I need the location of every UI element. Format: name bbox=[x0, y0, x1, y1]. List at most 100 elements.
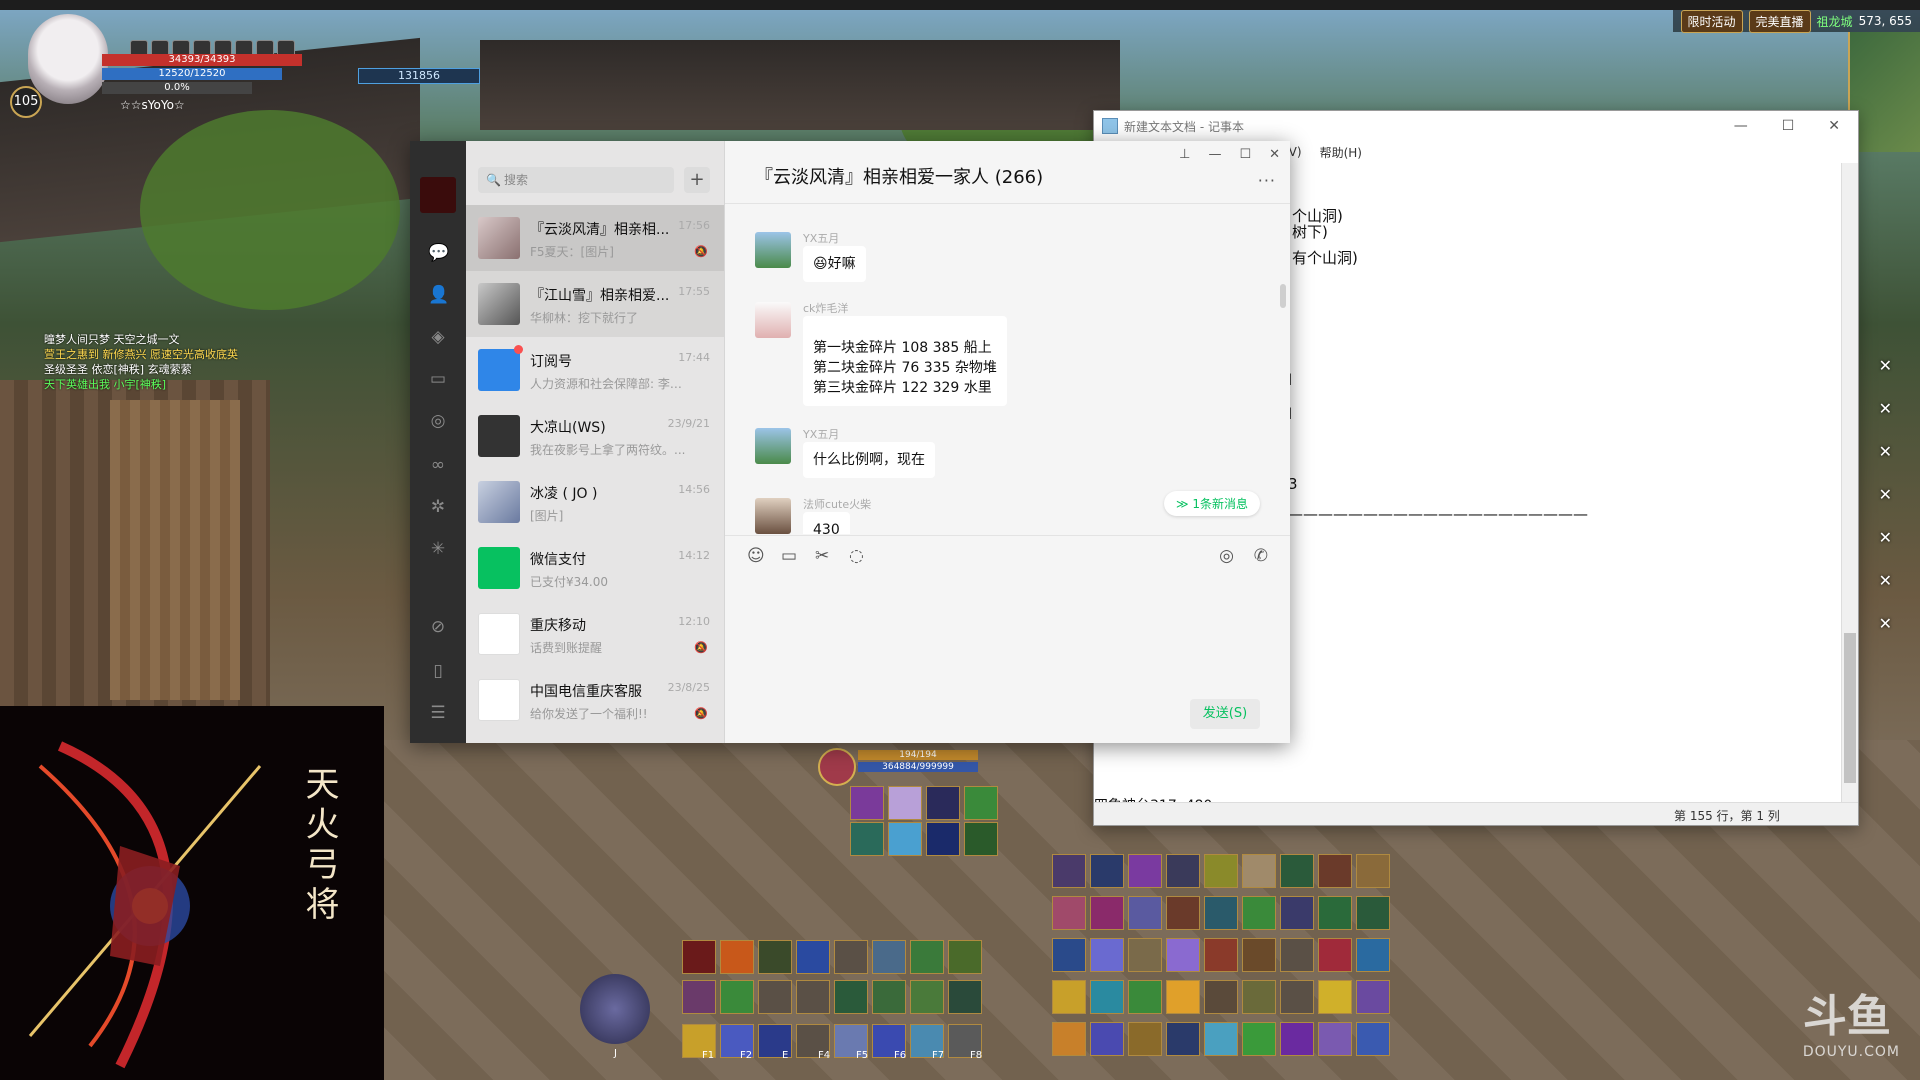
skill-icon[interactable] bbox=[1242, 896, 1276, 930]
phone-icon[interactable]: ▯ bbox=[428, 661, 448, 681]
close-icon[interactable]: ✕ bbox=[1879, 528, 1892, 547]
message-list[interactable]: YX五月 😆好嘛 ck炸毛洋 第一块金碎片 108 385 船上 第二块金碎片 … bbox=[725, 204, 1290, 534]
call-icon[interactable]: ✆ bbox=[1254, 546, 1268, 566]
skill-icon[interactable] bbox=[720, 940, 754, 974]
chat-list-item[interactable]: 大凉山(WS) 23/9/21 我在夜影号上拿了两符纹。... bbox=[466, 403, 724, 469]
close-icon[interactable]: ✕ bbox=[1879, 399, 1892, 418]
message-bubble[interactable]: 什么比例啊，现在 bbox=[803, 442, 935, 478]
emoji-icon[interactable]: ☺ bbox=[747, 546, 765, 566]
chat-list-item[interactable]: 微信支付 14:12 已支付¥34.00 bbox=[466, 535, 724, 601]
message-input[interactable]: 发送(S) bbox=[725, 575, 1290, 743]
skill-icon[interactable] bbox=[1052, 938, 1086, 972]
close-icon[interactable]: ✕ bbox=[1879, 356, 1892, 375]
skill-icon[interactable] bbox=[796, 940, 830, 974]
player-avatar[interactable] bbox=[28, 14, 108, 104]
chat-icon[interactable]: 💬 bbox=[428, 243, 449, 263]
skill-icon[interactable] bbox=[682, 980, 716, 1014]
folder-icon[interactable]: ▭ bbox=[428, 369, 448, 389]
mini-programs-icon[interactable]: ✳ bbox=[428, 539, 448, 559]
pet-skill-icon[interactable] bbox=[926, 786, 960, 820]
skill-icon[interactable] bbox=[948, 940, 982, 974]
sender-avatar[interactable] bbox=[755, 498, 791, 534]
favorites-icon[interactable]: ◈ bbox=[428, 327, 448, 347]
skill-icon[interactable] bbox=[1204, 1022, 1238, 1056]
message-scrollbar[interactable] bbox=[1280, 284, 1286, 308]
skill-icon[interactable] bbox=[1166, 1022, 1200, 1056]
skill-icon[interactable] bbox=[1166, 938, 1200, 972]
message-bubble[interactable]: 第一块金碎片 108 385 船上 第二块金碎片 76 335 杂物堆 第三块金… bbox=[803, 316, 1007, 406]
chat-list-item[interactable]: 订阅号 17:44 人力资源和社会保障部: 李克... bbox=[466, 337, 724, 403]
skill-icon[interactable] bbox=[1242, 1022, 1276, 1056]
minimize-icon[interactable]: — bbox=[1734, 118, 1748, 134]
skill-icon[interactable] bbox=[1166, 854, 1200, 888]
skill-icon[interactable] bbox=[758, 940, 792, 974]
close-icon[interactable]: ✕ bbox=[1879, 614, 1892, 633]
close-icon[interactable]: ✕ bbox=[1879, 442, 1892, 461]
skill-icon[interactable] bbox=[1318, 980, 1352, 1014]
wechat-window[interactable]: 💬 👤 ◈ ▭ ◎ ∞ ✲ ✳ ⊘ ▯ ☰ 🔍 搜索 + 『云淡风清』相亲相..… bbox=[410, 141, 1290, 743]
search-input[interactable]: 🔍 搜索 bbox=[478, 167, 674, 193]
skill-icon[interactable] bbox=[872, 940, 906, 974]
menu-icon[interactable]: ☰ bbox=[428, 703, 448, 723]
skill-icon[interactable] bbox=[682, 940, 716, 974]
chat-list-item[interactable]: 中国电信重庆客服 23/8/25 给你发送了一个福利!! 🔕 bbox=[466, 667, 724, 733]
skill-icon[interactable] bbox=[1090, 1022, 1124, 1056]
message-bubble[interactable]: 😆好嘛 bbox=[803, 246, 866, 282]
menu-help[interactable]: 帮助(H) bbox=[1320, 144, 1362, 161]
close-icon[interactable]: ✕ bbox=[1828, 118, 1840, 134]
new-message-tip[interactable]: ≫ 1条新消息 bbox=[1163, 491, 1260, 516]
scrollbar-thumb[interactable] bbox=[1844, 633, 1856, 783]
skill-icon[interactable] bbox=[1204, 896, 1238, 930]
close-icon[interactable]: ✕ bbox=[1879, 485, 1892, 504]
skill-icon[interactable] bbox=[1128, 1022, 1162, 1056]
maximize-icon[interactable]: ☐ bbox=[1239, 147, 1251, 162]
skill-icon[interactable] bbox=[1052, 854, 1086, 888]
skill-icon[interactable] bbox=[720, 980, 754, 1014]
chat-history-icon[interactable]: ◌ bbox=[849, 546, 864, 566]
pet-skill-icon[interactable] bbox=[850, 786, 884, 820]
skill-icon[interactable] bbox=[1356, 896, 1390, 930]
contacts-icon[interactable]: 👤 bbox=[428, 285, 449, 305]
skill-icon[interactable] bbox=[1128, 896, 1162, 930]
send-button[interactable]: 发送(S) bbox=[1190, 699, 1260, 729]
skill-slot-empty[interactable] bbox=[758, 980, 792, 1014]
skill-icon[interactable] bbox=[948, 980, 982, 1014]
skill-icon[interactable] bbox=[1280, 1022, 1314, 1056]
skill-icon[interactable] bbox=[1166, 980, 1200, 1014]
skill-icon[interactable] bbox=[1356, 854, 1390, 888]
skill-icon[interactable] bbox=[1052, 1022, 1086, 1056]
skill-slot-empty[interactable] bbox=[1280, 980, 1314, 1014]
skill-icon[interactable] bbox=[1318, 854, 1352, 888]
skill-icon[interactable] bbox=[1090, 938, 1124, 972]
skill-slot-empty[interactable] bbox=[1280, 938, 1314, 972]
skill-icon[interactable] bbox=[1356, 938, 1390, 972]
pet-skill-icon[interactable] bbox=[850, 822, 884, 856]
skill-slot-empty[interactable] bbox=[796, 980, 830, 1014]
moments-icon[interactable]: ◎ bbox=[428, 411, 448, 431]
skill-icon[interactable] bbox=[1090, 896, 1124, 930]
pet-skill-icon[interactable] bbox=[926, 822, 960, 856]
skill-icon[interactable] bbox=[1280, 854, 1314, 888]
my-avatar[interactable] bbox=[420, 177, 456, 213]
skill-icon[interactable] bbox=[1204, 854, 1238, 888]
player-frame[interactable]: 105 34393/34393 12520/12520 0.0% ☆☆sYoYo… bbox=[10, 14, 310, 118]
skill-icon[interactable] bbox=[1090, 854, 1124, 888]
close-icon[interactable]: ✕ bbox=[1879, 571, 1892, 590]
skill-icon[interactable] bbox=[1318, 938, 1352, 972]
chat-list-item[interactable]: 重庆移动 12:10 话费到账提醒 🔕 bbox=[466, 601, 724, 667]
close-icon[interactable]: ✕ bbox=[1269, 147, 1280, 162]
skill-slot-empty[interactable] bbox=[834, 940, 868, 974]
pet-skill-icon[interactable] bbox=[888, 822, 922, 856]
pet-skill-icon[interactable] bbox=[888, 786, 922, 820]
skill-icon[interactable] bbox=[834, 980, 868, 1014]
notepad-scrollbar[interactable] bbox=[1841, 163, 1858, 803]
search-web-icon[interactable]: ✲ bbox=[428, 497, 448, 517]
skill-icon[interactable] bbox=[910, 940, 944, 974]
link-icon[interactable]: ⊘ bbox=[428, 617, 448, 637]
chat-list-item[interactable]: 『云淡风清』相亲相... 17:56 F5夏天：[图片] 🔕 bbox=[466, 205, 724, 271]
skill-icon[interactable] bbox=[1318, 1022, 1352, 1056]
live-button[interactable]: 完美直播 bbox=[1748, 9, 1811, 33]
limited-event-button[interactable]: 限时活动 bbox=[1680, 9, 1743, 33]
pet-skill-icon[interactable] bbox=[964, 786, 998, 820]
notepad-titlebar[interactable]: 新建文本文档 - 记事本 — ☐ ✕ bbox=[1094, 111, 1858, 141]
